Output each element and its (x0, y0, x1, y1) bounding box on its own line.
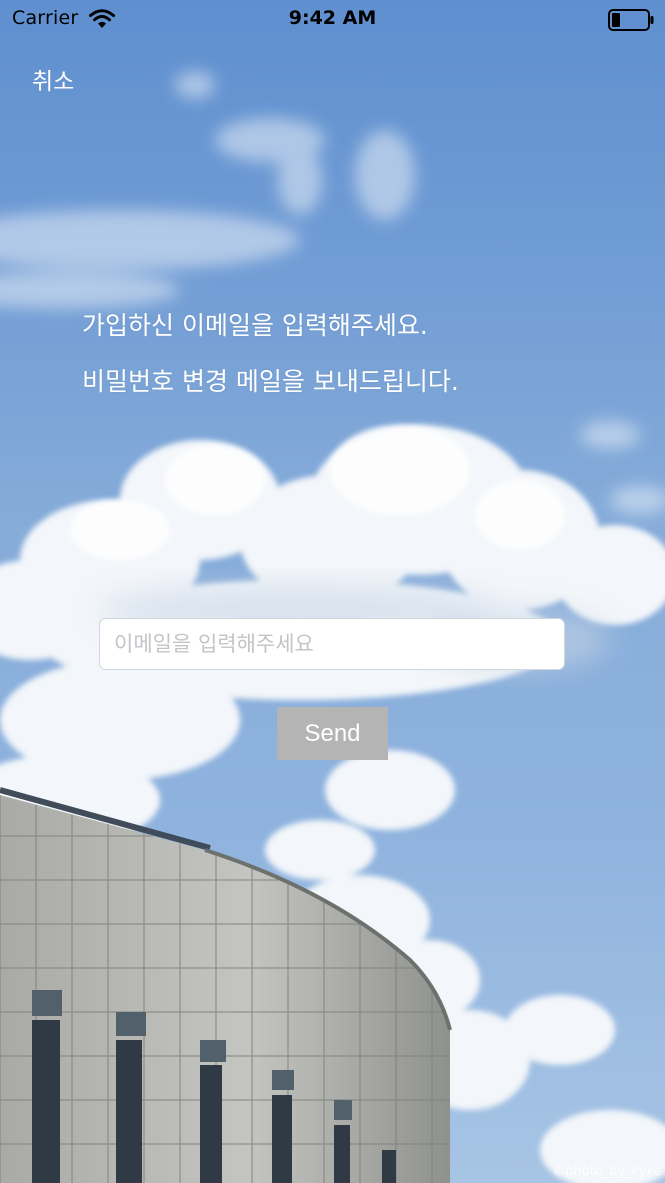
forgot-password-screen: Carrier 9:42 AM 취소 가입하신 이메일을 입력해주세요. 비밀번… (0, 0, 665, 1183)
battery-icon (608, 9, 654, 31)
email-input[interactable] (99, 618, 565, 670)
send-button[interactable]: Send (277, 707, 388, 760)
cancel-button[interactable]: 취소 (32, 62, 74, 96)
background-photo (0, 71, 665, 1183)
instruction-line-1: 가입하신 이메일을 입력해주세요. (82, 311, 428, 340)
status-bar: Carrier 9:42 AM (0, 0, 665, 38)
photo-credit: ©photo_by_kykc (552, 1164, 661, 1179)
clock: 9:42 AM (288, 7, 377, 29)
instruction-text: 가입하신 이메일을 입력해주세요. 비밀번호 변경 메일을 보내드립니다. (82, 298, 459, 410)
instruction-line-2: 비밀번호 변경 메일을 보내드립니다. (82, 367, 459, 396)
